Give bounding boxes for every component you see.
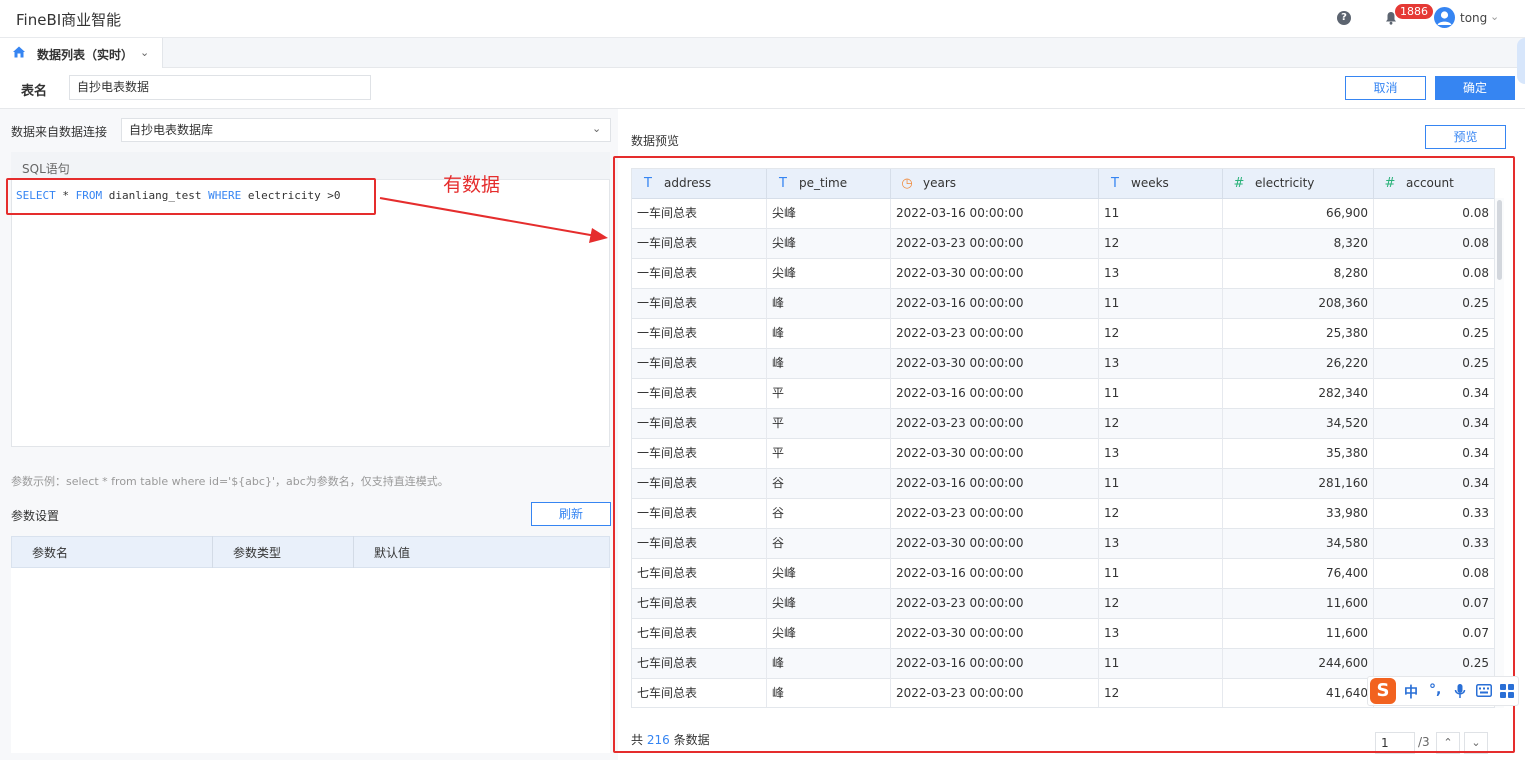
chevron-down-icon[interactable]: ⌄ [592,122,601,135]
param-col-default: 默认值 [374,546,411,560]
datasource-label: 数据来自数据连接 [11,125,108,139]
keyboard-icon[interactable] [1476,684,1492,697]
sql-title: SQL语句 [22,162,70,176]
sql-header [11,152,610,180]
confirm-button[interactable]: 确定 [1435,76,1515,100]
param-table-body [11,568,610,753]
column-divider [212,536,213,568]
side-collapse-handle[interactable] [1517,38,1525,84]
column-divider [353,536,354,568]
tab-label: 数据列表（实时） [37,48,134,62]
table-name-label: 表名 [21,84,48,99]
avatar[interactable] [1434,7,1455,28]
param-col-type: 参数类型 [233,546,282,560]
sql-highlight-box [6,178,376,215]
top-bar [0,0,1525,38]
param-table-header [11,536,610,568]
param-col-name: 参数名 [32,546,69,560]
chevron-down-icon[interactable]: ⌄ [1490,10,1499,23]
ime-punct[interactable]: °, [1429,682,1441,698]
microphone-icon[interactable] [1454,683,1466,699]
preview-button[interactable]: 预览 [1425,125,1506,149]
param-hint: 参数示例：select * from table where id='${abc… [11,475,449,488]
preview-label: 数据预览 [631,134,680,148]
chevron-down-icon[interactable]: ⌄ [140,46,149,59]
username[interactable]: tong [1460,11,1487,25]
notification-badge[interactable]: 1886 [1395,4,1433,19]
param-settings-title: 参数设置 [11,509,60,523]
help-icon[interactable]: ? [1337,11,1351,25]
tab-bar [0,38,1525,68]
ime-mode[interactable]: 中 [1404,682,1418,702]
preview-highlight-box [613,156,1515,753]
datasource-select[interactable]: 自抄电表数据库 [121,118,611,142]
refresh-button[interactable]: 刷新 [531,502,611,526]
home-icon [13,46,25,58]
app-title: FineBI商业智能 [16,11,122,29]
table-name-input[interactable]: 自抄电表数据 [69,75,371,100]
arrow-icon [379,197,608,243]
ime-logo[interactable]: S [1370,678,1396,704]
grid-menu-icon[interactable] [1500,684,1514,698]
user-icon [1437,11,1452,25]
cancel-button[interactable]: 取消 [1345,76,1426,100]
